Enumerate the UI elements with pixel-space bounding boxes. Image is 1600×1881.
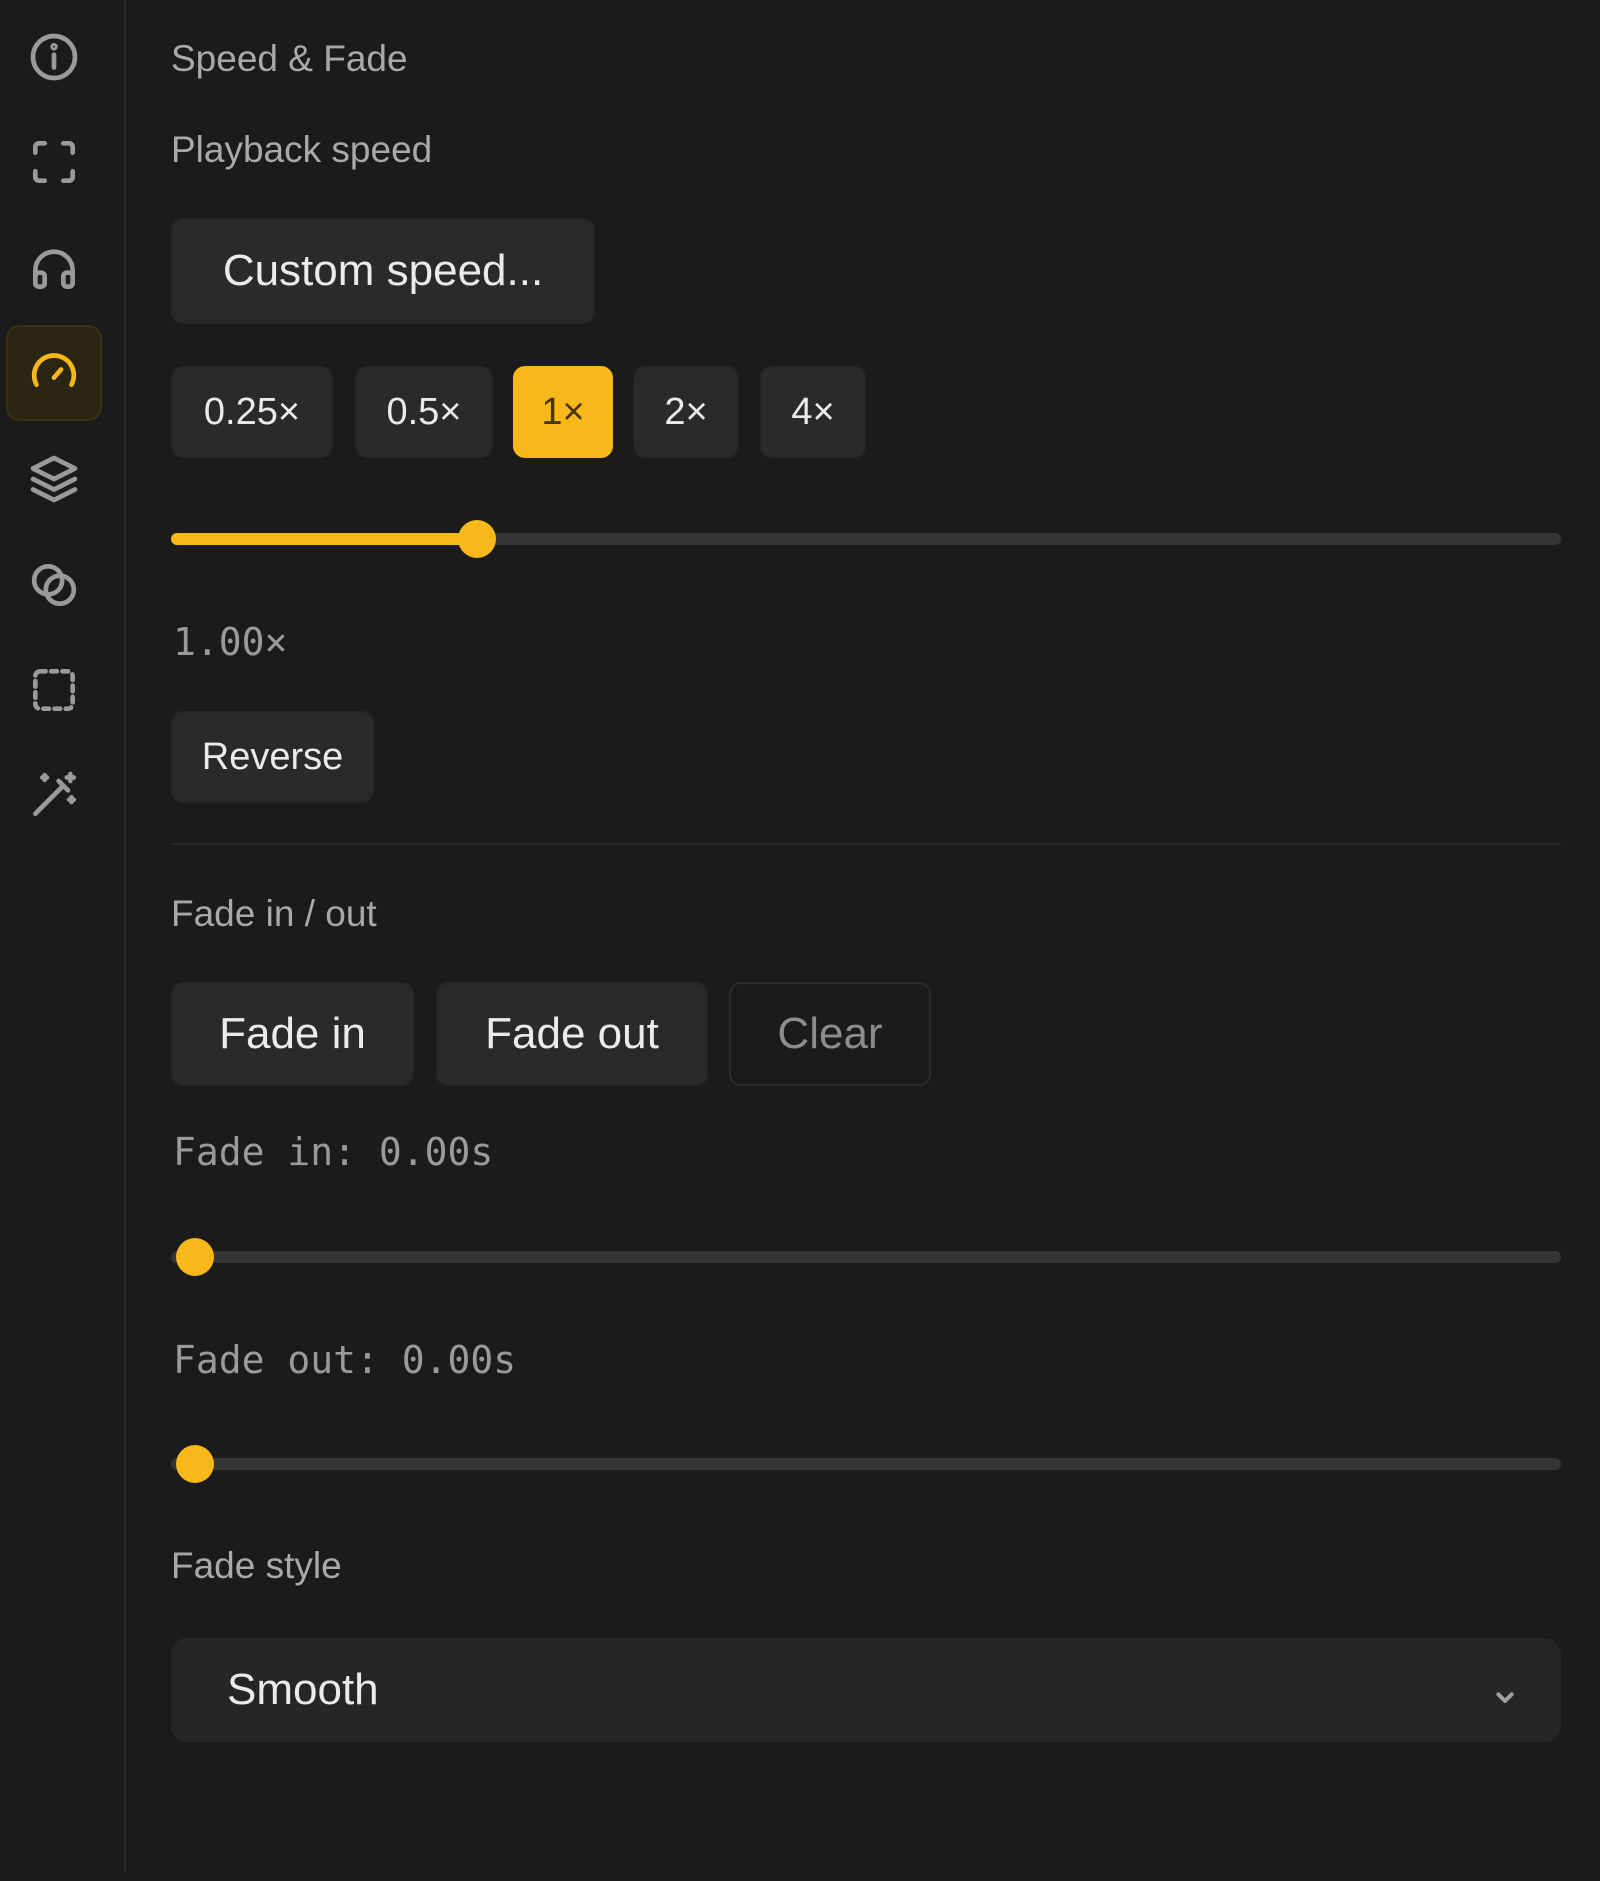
speed-preset-2[interactable]: 2× [633, 366, 739, 458]
sidebar-item-selection[interactable] [6, 642, 102, 738]
app-root: Speed & Fade Playback speed Custom speed… [0, 0, 1600, 1881]
layers-icon [30, 455, 78, 503]
fade-in-readout: Fade in: 0.00s [173, 1130, 494, 1174]
speed-preset-4[interactable]: 4× [760, 366, 866, 458]
custom-speed-button[interactable]: Custom speed... [171, 218, 595, 324]
fade-in-slider[interactable] [171, 1237, 1561, 1277]
blend-circles-icon [31, 564, 77, 606]
tool-sidebar [0, 0, 126, 1872]
dashed-square-icon [33, 669, 75, 711]
sidebar-item-layers[interactable] [6, 431, 102, 527]
sidebar-item-speed[interactable] [6, 325, 102, 421]
sidebar-item-effects[interactable] [6, 747, 102, 843]
fade-in-slider-thumb[interactable] [176, 1238, 214, 1276]
sidebar-item-fullscreen[interactable] [6, 114, 102, 210]
fade-in-button[interactable]: Fade in [171, 982, 414, 1086]
section-divider [171, 843, 1561, 845]
fade-in-slider-track [171, 1251, 1561, 1263]
fade-style-label: Fade style [171, 1545, 342, 1586]
speed-slider[interactable] [171, 519, 1561, 559]
fade-style-value: Smooth [227, 1665, 379, 1714]
clear-fade-button[interactable]: Clear [729, 982, 931, 1086]
fade-out-slider-track [171, 1458, 1561, 1470]
speed-preset-0-25[interactable]: 0.25× [171, 366, 333, 458]
fade-style-select[interactable]: Smooth [171, 1638, 1561, 1742]
fullscreen-icon [33, 141, 75, 184]
sidebar-item-info[interactable] [6, 9, 102, 105]
fade-label: Fade in / out [171, 893, 377, 934]
sidebar-item-audio[interactable] [6, 220, 102, 316]
speed-value-readout: 1.00× [173, 620, 288, 664]
fade-out-slider[interactable] [171, 1444, 1561, 1484]
panel-title: Speed & Fade [171, 38, 408, 79]
speed-preset-0-5[interactable]: 0.5× [355, 366, 493, 458]
fade-out-slider-thumb[interactable] [176, 1445, 214, 1483]
playback-speed-label: Playback speed [171, 129, 433, 170]
chevron-down-icon [1489, 1674, 1521, 1706]
magic-wand-icon [33, 771, 77, 816]
speed-slider-thumb[interactable] [457, 520, 496, 558]
headphones-icon [33, 249, 75, 289]
info-icon [30, 33, 78, 81]
speed-preset-1[interactable]: 1× [513, 366, 613, 458]
fade-out-readout: Fade out: 0.00s [173, 1338, 517, 1382]
sidebar-item-blend[interactable] [6, 537, 102, 633]
speedometer-icon [31, 353, 77, 387]
speed-slider-fill [171, 533, 477, 545]
reverse-button[interactable]: Reverse [171, 711, 374, 803]
fade-out-button[interactable]: Fade out [436, 982, 708, 1086]
